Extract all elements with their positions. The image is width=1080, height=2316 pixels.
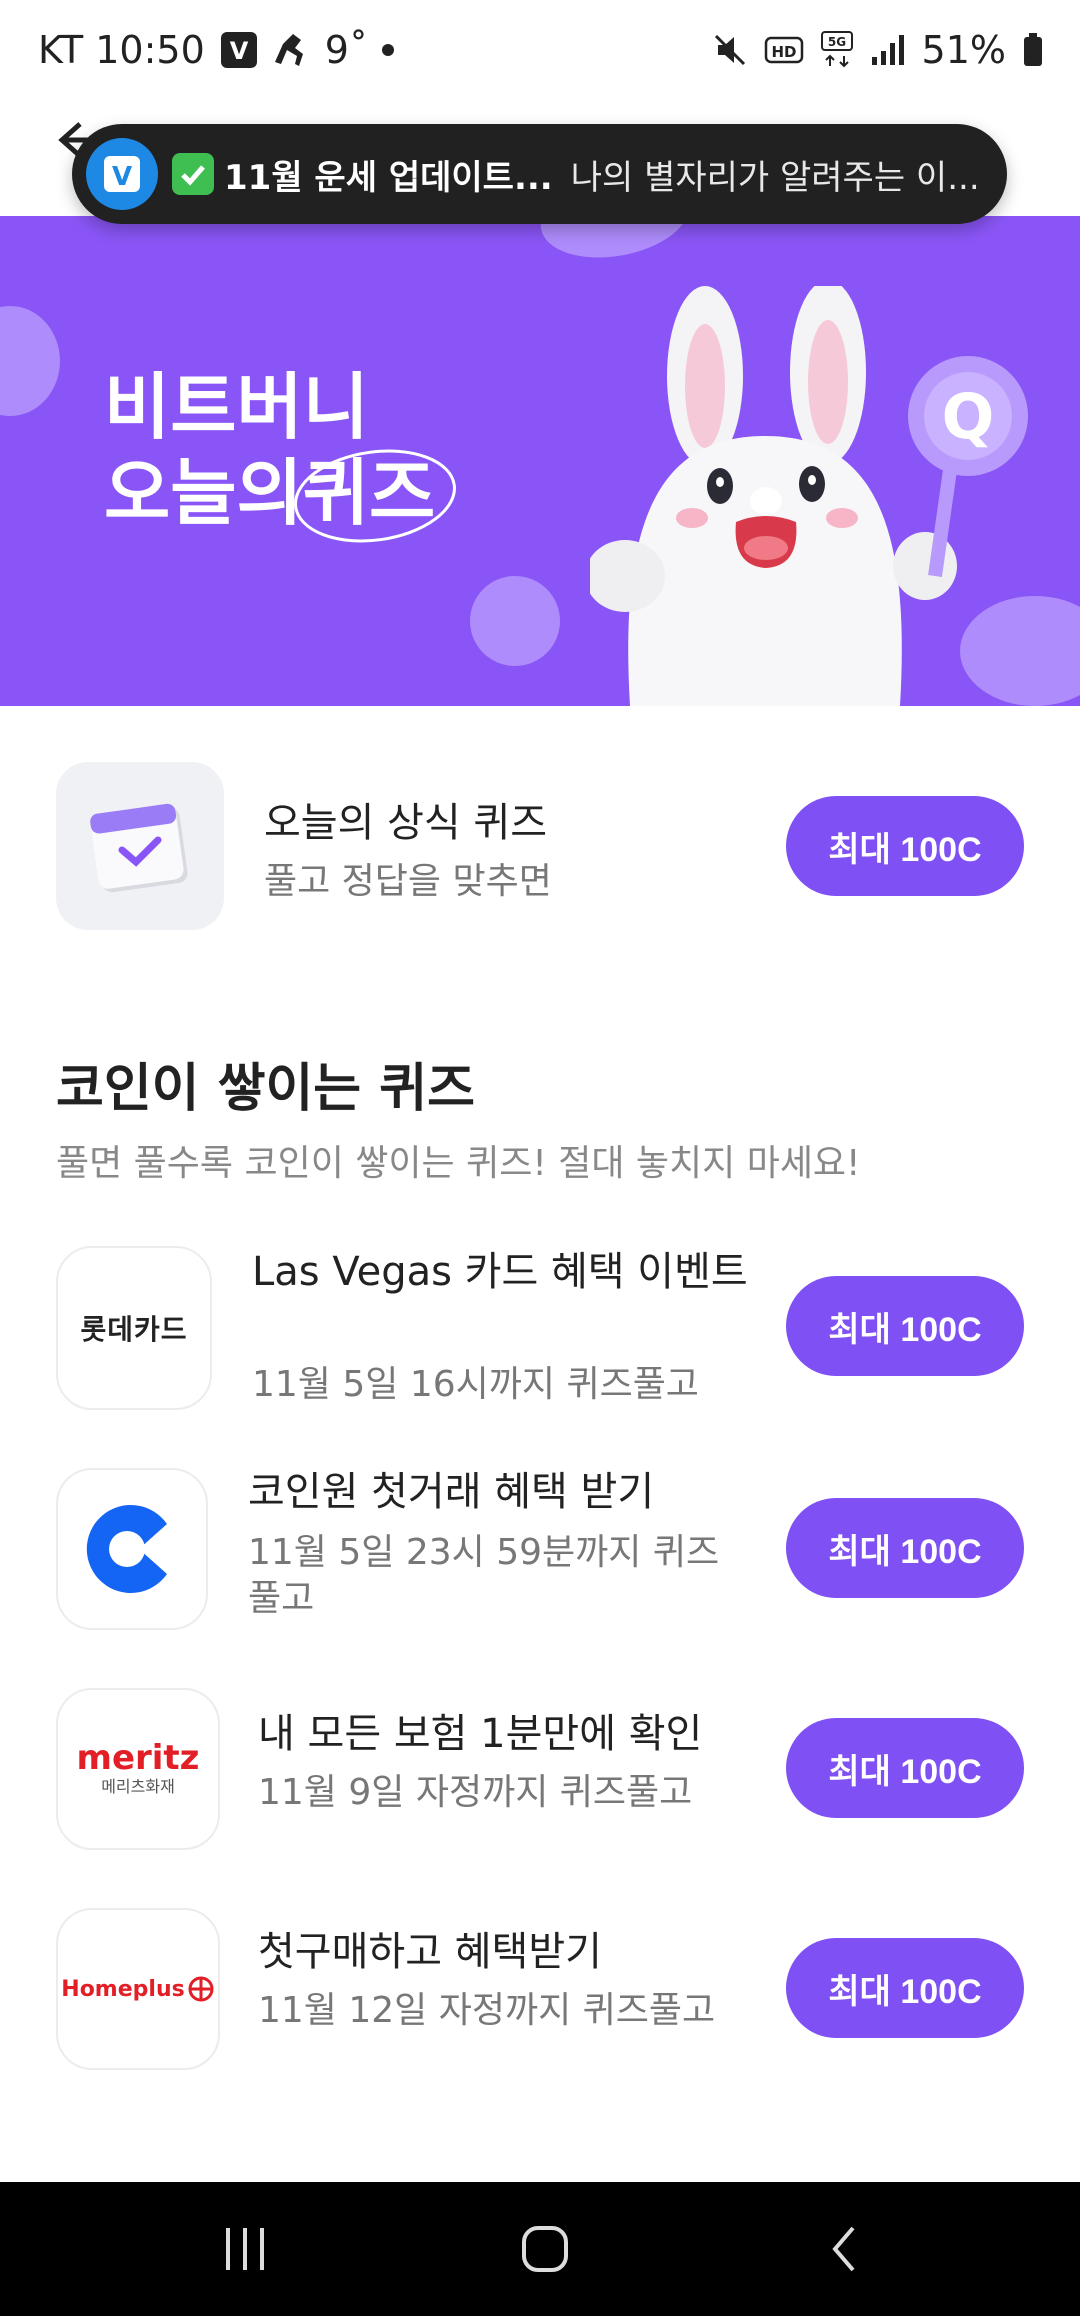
svg-text:HD: HD	[771, 43, 796, 61]
hd-icon: HD	[764, 34, 804, 66]
back-nav-icon	[832, 2226, 855, 2272]
more-notifications-dot	[381, 44, 394, 56]
recent-apps-icon	[226, 2228, 264, 2270]
status-left: KT 10:50 V 9˚	[38, 22, 394, 78]
svg-text:V: V	[229, 37, 248, 65]
section-subtitle: 풀면 풀수록 코인이 쌓이는 퀴즈! 절대 놓치지 마세요!	[56, 1143, 861, 1184]
quiz-item-subtitle: 11월 5일 16시까지 퀴즈풀고	[252, 1364, 699, 1405]
status-right: HD 5G 51%	[712, 22, 1044, 78]
quiz-item[interactable]: 롯데카드 Las Vegas 카드 혜택 이벤트 11월 5일 16시까지 퀴즈…	[56, 1246, 1024, 1414]
quiz-item[interactable]: meritz 메리츠화재 내 모든 보험 1분만에 확인 11월 9일 자정까지…	[56, 1688, 1024, 1856]
daily-quiz-subtitle: 풀고 정답을 맞추면	[264, 861, 552, 902]
banner-title-circled: 퀴즈	[293, 449, 456, 543]
daily-quiz-title: 오늘의 상식 퀴즈	[264, 800, 548, 846]
quiz-item-title: 첫구매하고 혜택받기	[258, 1929, 602, 1975]
quiz-item-title: 내 모든 보험 1분만에 확인	[258, 1711, 703, 1757]
quiz-item-subtitle: 11월 5일 23시 59분까지 퀴즈풀고	[248, 1532, 720, 1619]
meritz-logo: meritz 메리츠화재	[56, 1688, 220, 1850]
home-button[interactable]	[500, 2182, 590, 2316]
svg-text:Q: Q	[942, 380, 995, 453]
banner-title-line1: 비트버니	[104, 365, 369, 449]
carrier-time: KT 10:50	[38, 28, 205, 72]
circle-highlight-icon	[293, 449, 456, 543]
section-title: 코인이 쌓이는 퀴즈	[56, 1059, 475, 1119]
quiz-reward-button[interactable]: 최대 100C	[786, 1938, 1024, 2038]
bunny-mascot-icon: Q	[590, 286, 1028, 706]
banner-title-line2: 오늘의 퀴즈	[104, 449, 456, 543]
quiz-reward-button[interactable]: 최대 100C	[786, 1276, 1024, 1376]
quiz-item-title: Las Vegas 카드 혜택 이벤트	[252, 1249, 748, 1295]
hero-banner: 비트버니 오늘의 퀴즈 Q	[0, 216, 1080, 706]
home-icon	[522, 2226, 568, 2272]
app-notification-icon: V	[219, 30, 259, 70]
5g-icon: 5G	[820, 30, 854, 70]
quiz-item-subtitle: 11월 12일 자정까지 퀴즈풀고	[258, 1990, 716, 2031]
coin-decoration	[470, 576, 560, 666]
coinone-logo-icon	[86, 1505, 167, 1593]
toast-app-icon: V	[86, 138, 158, 210]
battery-percent: 51%	[921, 28, 1006, 72]
homeplus-cross-icon	[188, 1976, 214, 2002]
recent-apps-button[interactable]	[200, 2182, 290, 2316]
quiz-item[interactable]: Homeplus 첫구매하고 혜택받기 11월 12일 자정까지 퀴즈풀고 최대…	[56, 1908, 1024, 2076]
quiz-item-title: 코인원 첫거래 혜택 받기	[248, 1469, 655, 1515]
runner-icon	[273, 30, 311, 70]
notification-toast[interactable]: V 11월 운세 업데이트... 나의 별자리가 알려주는 이...	[72, 124, 1007, 224]
check-emoji-icon	[172, 153, 214, 195]
daily-quiz-reward-button[interactable]: 최대 100C	[786, 796, 1024, 896]
quiz-item-subtitle: 11월 9일 자정까지 퀴즈풀고	[258, 1772, 693, 1813]
signal-icon	[870, 33, 906, 67]
temperature: 9˚	[324, 28, 368, 72]
homeplus-logo: Homeplus	[56, 1908, 220, 2070]
calendar-check-icon	[56, 762, 224, 930]
banner-title-prefix: 오늘의	[104, 451, 303, 535]
toast-title: 11월 운세 업데이트...	[224, 157, 553, 198]
banner-title: 비트버니 오늘의 퀴즈	[104, 364, 456, 543]
svg-text:V: V	[112, 162, 132, 192]
system-nav-bar	[0, 2182, 1080, 2316]
quiz-item[interactable]: 코인원 첫거래 혜택 받기 11월 5일 23시 59분까지 퀴즈풀고 최대 1…	[56, 1468, 1024, 1636]
toast-body: 나의 별자리가 알려주는 이...	[570, 157, 980, 198]
mute-icon	[712, 32, 748, 68]
daily-quiz-row[interactable]: 오늘의 상식 퀴즈 풀고 정답을 맞추면 최대 100C	[56, 762, 1024, 932]
coin-decoration	[0, 306, 60, 416]
battery-icon	[1022, 32, 1044, 68]
coinone-logo	[56, 1468, 208, 1630]
status-bar: KT 10:50 V 9˚ HD 5G 51%	[0, 0, 1080, 100]
back-nav-button[interactable]	[800, 2182, 890, 2316]
svg-text:5G: 5G	[827, 35, 845, 49]
quiz-reward-button[interactable]: 최대 100C	[786, 1718, 1024, 1818]
quiz-reward-button[interactable]: 최대 100C	[786, 1498, 1024, 1598]
lotte-card-logo: 롯데카드	[56, 1246, 212, 1410]
